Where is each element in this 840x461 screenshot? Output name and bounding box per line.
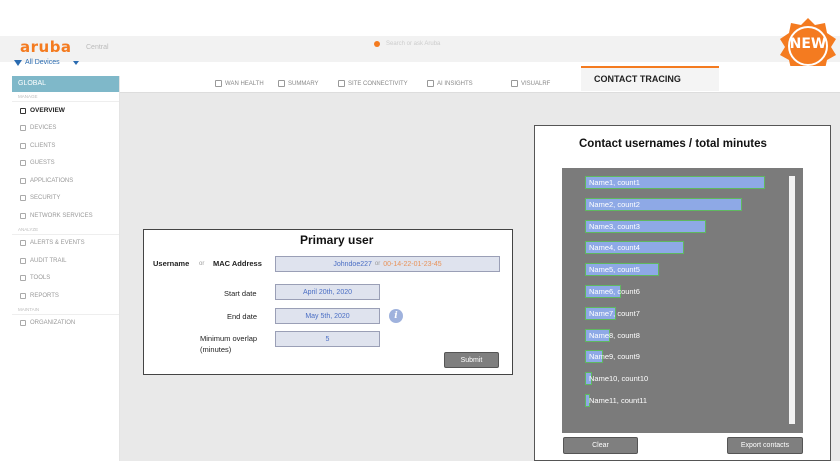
submit-button[interactable]: Submit	[444, 352, 499, 368]
wan-health-icon	[215, 80, 222, 87]
contact-label: Name3, count3	[589, 221, 640, 231]
reports-icon	[20, 292, 26, 299]
contact-label: Name10, count10	[589, 374, 649, 384]
ai-insights-icon	[427, 80, 434, 87]
start-date-input[interactable]: April 20th, 2020	[275, 284, 380, 300]
sidebar-item-devices[interactable]: DEVICES	[12, 120, 119, 138]
tab-visualrf[interactable]: VISUALRF	[511, 80, 550, 87]
contact-label: Name6, count6	[589, 287, 640, 296]
audit-icon	[20, 257, 26, 264]
top-bar	[0, 36, 840, 62]
summary-icon	[278, 80, 285, 87]
sidebar-item-audit-trail[interactable]: AUDIT TRAIL	[12, 252, 119, 270]
mac-address-label: MAC Address	[213, 259, 262, 268]
section-maintain: MAINTAIN	[12, 305, 119, 315]
clients-icon	[20, 142, 26, 149]
sidebar-item-security[interactable]: SECURITY	[12, 190, 119, 208]
export-contacts-button[interactable]: Export contacts	[727, 437, 803, 454]
new-badge-label: NEW	[789, 36, 827, 52]
overview-icon	[20, 107, 26, 114]
overlap-input[interactable]: 5	[275, 331, 380, 347]
sidebar-item-organization[interactable]: ORGANIZATION	[12, 315, 119, 333]
visualrf-icon	[511, 80, 518, 87]
section-analyze: ANALYZE	[12, 225, 119, 235]
filter-icon	[14, 59, 22, 66]
chevron-down-icon	[72, 60, 79, 65]
tab-site-connectivity[interactable]: SITE CONNECTIVITY	[338, 80, 408, 87]
tab-ai-insights[interactable]: AI INSIGHTS	[427, 80, 473, 87]
filter-label: All Devices	[25, 59, 60, 66]
sidebar: GLOBAL MANAGE OVERVIEW DEVICES CLIENTS G…	[12, 76, 120, 461]
logo-subtitle: Central	[86, 44, 109, 51]
username-mac-input[interactable]: Johndoe227 or 00-14-22-01-23-45	[275, 256, 500, 272]
primary-user-title: Primary user	[300, 233, 374, 247]
contact-label: Name8, count8	[589, 330, 640, 340]
device-filter[interactable]: All Devices	[14, 59, 79, 66]
global-scope[interactable]: GLOBAL	[12, 76, 119, 92]
network-services-icon	[20, 212, 26, 219]
sidebar-item-reports[interactable]: REPORTS	[12, 287, 119, 305]
applications-icon	[20, 177, 26, 184]
search-input[interactable]: Search or ask Aruba	[386, 41, 440, 47]
section-manage: MANAGE	[12, 92, 119, 102]
or-label: or	[199, 261, 205, 267]
username-value: Johndoe227	[333, 260, 372, 268]
sidebar-item-overview[interactable]: OVERVIEW	[12, 102, 119, 120]
sidebar-item-clients[interactable]: CLIENTS	[12, 137, 119, 155]
start-date-label: Start date	[224, 289, 257, 298]
contact-label: Name5, count5	[589, 265, 640, 275]
sidebar-item-guests[interactable]: GUESTS	[12, 155, 119, 173]
info-icon[interactable]: i	[389, 309, 403, 323]
search-icon[interactable]	[374, 41, 380, 47]
contact-label: Name2, count2	[589, 199, 640, 209]
contact-label: Name11, count11	[589, 396, 648, 405]
end-date-label: End date	[227, 312, 258, 321]
contact-label: Name7, count7	[589, 308, 640, 318]
overlap-label: Minimum overlap	[200, 334, 258, 343]
contacts-title: Contact usernames / total minutes	[579, 138, 767, 150]
sidebar-item-network-services[interactable]: NETWORK SERVICES	[12, 207, 119, 225]
security-icon	[20, 195, 26, 202]
site-connectivity-icon	[338, 80, 345, 87]
organization-icon	[20, 320, 26, 327]
sidebar-item-applications[interactable]: APPLICATIONS	[12, 172, 119, 190]
devices-icon	[20, 125, 26, 132]
overlap-unit-label: (minutes)	[200, 345, 232, 354]
contact-label: Name4, count4	[589, 243, 640, 253]
clear-button[interactable]: Clear	[563, 437, 638, 454]
contact-label: Name9, count9	[589, 352, 640, 362]
contact-label: Name1, count1	[589, 178, 640, 187]
tab-contact-tracing[interactable]: CONTACT TRACING	[581, 66, 719, 91]
sidebar-item-alerts[interactable]: ALERTS & EVENTS	[12, 235, 119, 253]
tab-wan-health[interactable]: WAN HEALTH	[215, 80, 264, 87]
or-separator: or	[374, 261, 381, 267]
sidebar-item-tools[interactable]: TOOLS	[12, 270, 119, 288]
mac-value: 00-14-22-01-23-45	[383, 260, 442, 268]
tab-summary[interactable]: SUMMARY	[278, 80, 319, 87]
tools-icon	[20, 275, 26, 282]
guests-icon	[20, 160, 26, 167]
end-date-input[interactable]: May 5th, 2020	[275, 308, 380, 324]
alerts-icon	[20, 240, 26, 247]
username-label: Username	[153, 259, 190, 268]
aruba-logo[interactable]: aruba	[20, 38, 72, 56]
contacts-scrollbar[interactable]	[789, 176, 795, 424]
